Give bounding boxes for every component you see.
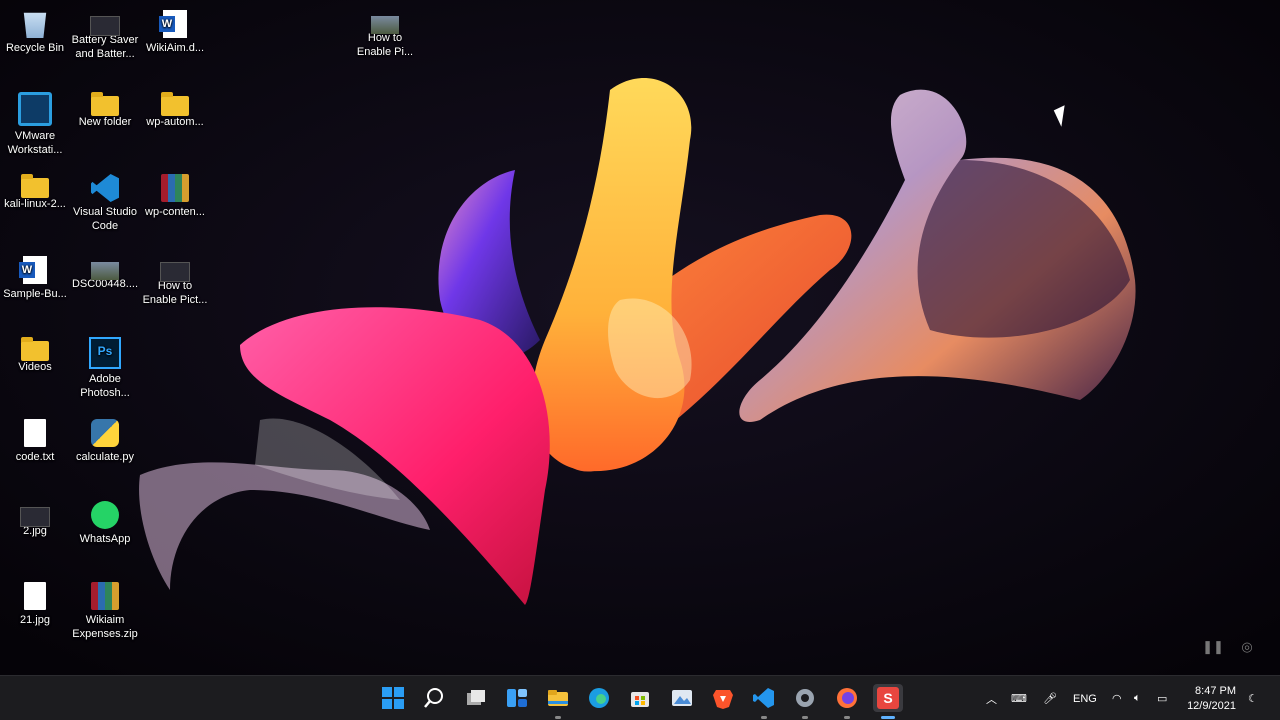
running-indicator [844, 716, 850, 719]
desktop-icon-how-to-enable-pict[interactable]: How to Enable Pict... [140, 252, 210, 307]
recorder-icon[interactable]: ◎ [1234, 636, 1260, 658]
wifi-icon: ◠ [1112, 693, 1122, 705]
recycle-bin-icon [23, 12, 47, 38]
desktop-icon-new-folder[interactable]: New folder [70, 88, 140, 129]
store-icon [631, 692, 649, 707]
brave-icon [713, 690, 733, 709]
desktop-icon-battery-saver[interactable]: Battery Saver and Batter... [70, 6, 140, 61]
image-thumbnail-icon [91, 262, 119, 280]
widgets-button[interactable] [502, 684, 532, 712]
active-indicator [881, 716, 895, 719]
microphone-icon: 🎤︎ [1043, 693, 1057, 705]
edge-button[interactable] [584, 684, 614, 712]
battery-button[interactable]: ▭ [1157, 676, 1167, 720]
desktop-icon-whatsapp[interactable]: WhatsApp [70, 497, 140, 546]
folder-icon [161, 92, 189, 116]
start-icon [382, 687, 404, 709]
speaker-icon: 🔈︎ [1134, 692, 1141, 704]
desktop-icon-wp-conten[interactable]: wp-conten... [140, 170, 210, 219]
running-indicator [555, 716, 561, 719]
photos-icon [672, 690, 692, 706]
store-button[interactable] [625, 684, 655, 712]
folder-icon [91, 92, 119, 116]
file-explorer-button[interactable] [543, 684, 573, 712]
network-button[interactable]: ◠ [1112, 676, 1122, 720]
settings-icon [796, 689, 814, 707]
search-icon [424, 688, 443, 708]
vscode-button[interactable] [749, 684, 779, 712]
input-language-button[interactable]: ENG [1073, 676, 1097, 720]
volume-button[interactable]: 🔈︎ [1134, 676, 1141, 720]
image-thumbnail-icon [24, 582, 46, 610]
chevron-up-icon: ︿ [986, 693, 997, 706]
task-view-button[interactable] [461, 684, 491, 712]
edge-icon [589, 688, 609, 708]
desktop-icon-wikiaim-expenses[interactable]: Wikiaim Expenses.zip [70, 578, 140, 641]
photoshop-icon: Ps [89, 337, 121, 369]
show-hidden-icons-button[interactable]: ︿ [986, 676, 997, 720]
pause-icon[interactable]: ❚❚ [1200, 636, 1226, 658]
desktop-icon-videos[interactable]: Videos [0, 333, 70, 374]
clock[interactable]: 8:47 PM 12/9/2021 [1187, 684, 1236, 714]
desktop-icon-how-to-enable-pi[interactable]: How to Enable Pi... [350, 6, 420, 59]
brave-button[interactable] [708, 684, 738, 712]
image-thumbnail-icon [371, 16, 399, 34]
desktop-icon-photoshop[interactable]: Ps Adobe Photosh... [70, 333, 140, 400]
desktop-icon-vscode[interactable]: Visual Studio Code [70, 170, 140, 233]
image-thumbnail-icon [20, 507, 50, 527]
start-button[interactable] [378, 684, 408, 712]
touch-keyboard-button[interactable]: ⌨ [1011, 676, 1027, 720]
vscode-icon [91, 174, 119, 202]
python-file-icon [91, 419, 119, 447]
snagit-button[interactable]: S [873, 684, 903, 712]
desktop-icon-kali-linux[interactable]: kali-linux-2... [0, 170, 70, 211]
video-thumbnail-icon [90, 16, 120, 36]
svg-text:S: S [883, 690, 892, 706]
whatsapp-icon [91, 501, 119, 529]
desktop-icon-vmware[interactable]: VMware Workstati... [0, 88, 70, 157]
winrar-archive-icon [161, 174, 189, 202]
desktop-icon-recycle-bin[interactable]: Recycle Bin [0, 6, 70, 55]
vscode-icon [753, 688, 774, 708]
desktop-icon-sample-bu[interactable]: Sample-Bu... [0, 252, 70, 301]
firefox-button[interactable] [832, 684, 862, 712]
desktop-icon-2-jpg[interactable]: 2.jpg [0, 497, 70, 538]
firefox-icon [837, 688, 857, 708]
text-file-icon [24, 419, 46, 447]
search-button[interactable] [419, 684, 449, 712]
moon-icon: ☾ [1248, 693, 1258, 705]
running-indicator [761, 716, 767, 719]
desktop-icon-calculate-py[interactable]: calculate.py [70, 415, 140, 464]
taskbar: S ︿ ⌨ 🎤︎ ENG ◠ 🔈︎ ▭ 8:47 PM 12/9/2021 ☾ [0, 675, 1280, 720]
desktop-icon-21-jpg[interactable]: 21.jpg [0, 578, 70, 627]
word-document-icon [159, 10, 187, 38]
desktop-icon-code-txt[interactable]: code.txt [0, 415, 70, 464]
task-view-icon [467, 690, 485, 705]
battery-icon: ▭ [1157, 693, 1168, 705]
desktop-icon-dsc00448[interactable]: DSC00448.... [70, 252, 140, 291]
vmware-icon [18, 92, 52, 126]
photos-button[interactable] [667, 684, 697, 712]
keyboard-icon: ⌨ [1011, 693, 1027, 705]
video-thumbnail-icon [160, 262, 190, 282]
desktop-icon-wikiaim-doc[interactable]: WikiAim.d... [140, 6, 210, 55]
snagit-icon: S [877, 687, 899, 709]
notifications-button[interactable]: ☾ [1248, 676, 1258, 720]
folder-icon [21, 174, 49, 198]
file-explorer-icon [548, 690, 568, 706]
widgets-icon [507, 689, 527, 707]
folder-icon [21, 337, 49, 361]
winrar-archive-icon [91, 582, 119, 610]
settings-button[interactable] [790, 684, 820, 712]
word-document-icon [19, 256, 47, 284]
microphone-button[interactable]: 🎤︎ [1043, 676, 1057, 720]
desktop-icon-wp-autom[interactable]: wp-autom... [140, 88, 210, 129]
running-indicator [802, 716, 808, 719]
